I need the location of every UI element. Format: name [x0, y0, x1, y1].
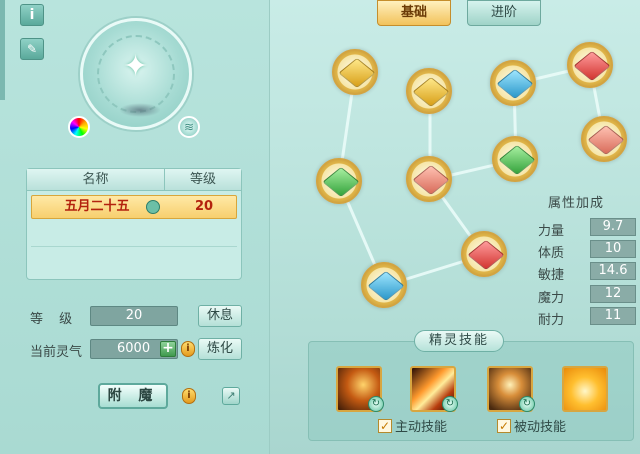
pet-panel: i ✎ ✦ ≋ 名称 等级 五月二十五 20 等 级 20 休息 当前灵气 60… [0, 0, 640, 454]
rune-slot[interactable] [490, 60, 536, 106]
rune-slot[interactable] [316, 158, 362, 204]
rune-slot[interactable] [567, 42, 613, 88]
refresh-icon: ↻ [519, 396, 535, 412]
active-skill-toggle[interactable]: ✓ 主动技能 [378, 416, 447, 435]
attribute-value: 14.6 [590, 262, 636, 280]
attribute-value: 11 [590, 307, 636, 325]
skill-slot[interactable] [562, 366, 608, 412]
skills-title: 精灵技能 [414, 330, 504, 352]
rune-slot[interactable] [361, 262, 407, 308]
checkbox-icon[interactable]: ✓ [497, 418, 511, 433]
attribute-value: 10 [590, 240, 636, 258]
rune-slot[interactable] [332, 49, 378, 95]
passive-skill-toggle[interactable]: ✓ 被动技能 [497, 416, 566, 435]
attribute-label: 耐力 [538, 313, 565, 328]
attributes-title: 属性加成 [548, 196, 605, 211]
attribute-value: 9.7 [590, 218, 636, 236]
refresh-icon: ↻ [368, 396, 384, 412]
rune-slot[interactable] [492, 136, 538, 182]
refresh-icon: ↻ [442, 396, 458, 412]
passive-skill-label: 被动技能 [514, 420, 567, 435]
active-skill-label: 主动技能 [395, 420, 448, 435]
rune-slot[interactable] [406, 156, 452, 202]
attribute-value: 12 [590, 285, 636, 303]
rune-slot[interactable] [461, 231, 507, 277]
attribute-label: 体质 [538, 246, 565, 261]
rune-slot[interactable] [581, 116, 627, 162]
rune-slot[interactable] [406, 68, 452, 114]
attribute-label: 力量 [538, 224, 565, 239]
attribute-label: 魔力 [538, 291, 565, 306]
checkbox-icon[interactable]: ✓ [378, 418, 392, 433]
attribute-label: 敏捷 [538, 268, 565, 283]
